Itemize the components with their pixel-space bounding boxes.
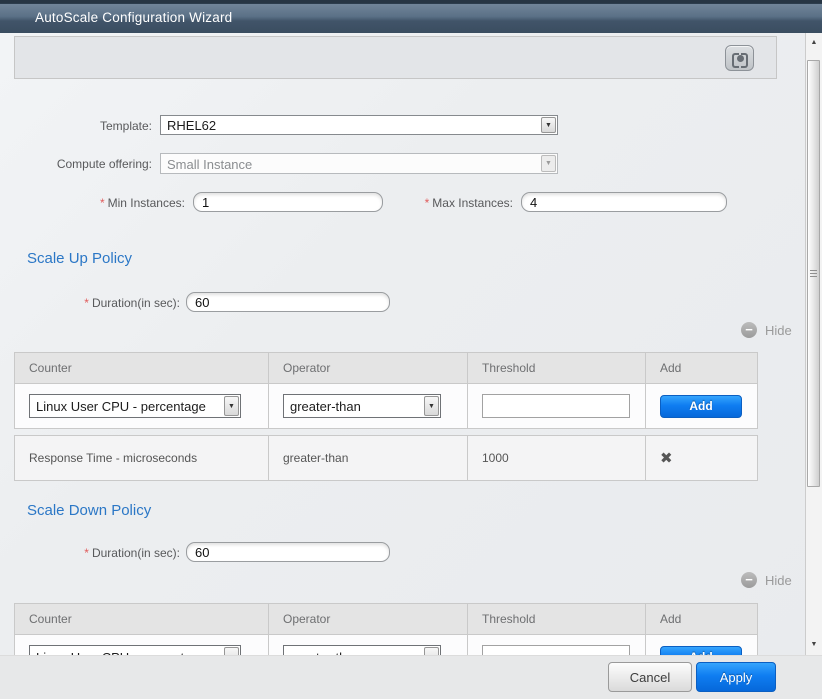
- chevron-down-icon[interactable]: ▼: [541, 117, 556, 133]
- col-header-add: Add: [646, 604, 758, 635]
- chevron-down-icon: ▼: [541, 155, 556, 172]
- scale-up-policy-title: Scale Up Policy: [27, 250, 132, 267]
- required-marker: *: [425, 196, 430, 210]
- max-instances-label: *Max Instances:: [400, 196, 513, 210]
- col-header-threshold: Threshold: [468, 604, 646, 635]
- scaleup-operator-select[interactable]: greater-than ▼: [283, 394, 441, 418]
- dialog-footer: Cancel Apply: [0, 655, 822, 699]
- scaledown-duration-input[interactable]: [186, 542, 390, 562]
- template-label: Template:: [0, 119, 152, 133]
- scrollbar-thumb[interactable]: [807, 60, 820, 487]
- compute-offering-value: Small Instance: [161, 156, 540, 172]
- col-header-counter: Counter: [15, 353, 269, 384]
- scrollbar-grip-icon: [810, 270, 817, 279]
- scaleup-add-button[interactable]: Add: [660, 395, 742, 418]
- table-header-row: Counter Operator Threshold Add: [15, 604, 758, 635]
- scaledown-hide-toggle[interactable]: − Hide: [741, 572, 792, 588]
- required-marker: *: [84, 296, 89, 310]
- minus-circle-icon[interactable]: −: [741, 322, 757, 338]
- toggle-view-button[interactable]: [725, 45, 754, 71]
- col-header-threshold: Threshold: [468, 353, 646, 384]
- minus-circle-icon[interactable]: −: [741, 572, 757, 588]
- scaleup-condition-table: Counter Operator Threshold Add Linux Use…: [14, 352, 758, 429]
- row-operator: greater-than: [269, 436, 468, 481]
- template-select-value: RHEL62: [161, 117, 540, 133]
- toggle-view-icon: [732, 53, 748, 64]
- scaledown-counter-select[interactable]: Linux User CPU - percentage ▼: [29, 645, 241, 655]
- col-header-add: Add: [646, 353, 758, 384]
- scale-down-policy-title: Scale Down Policy: [27, 502, 151, 519]
- vertical-scrollbar[interactable]: ▲ ▼: [805, 33, 822, 655]
- editor-row: Linux User CPU - percentage ▼ greater-th…: [15, 635, 758, 656]
- chevron-down-icon[interactable]: ▼: [224, 647, 239, 655]
- counter-select-value: Linux User CPU - percentage: [30, 398, 223, 414]
- scaledown-operator-select[interactable]: greater-than ▼: [283, 645, 441, 655]
- apply-button[interactable]: Apply: [696, 662, 776, 692]
- table-header-row: Counter Operator Threshold Add: [15, 353, 758, 384]
- autoscale-wizard-window: { "window": { "title": "AutoScale Config…: [0, 0, 822, 699]
- required-marker: *: [100, 196, 105, 210]
- scaleup-threshold-input[interactable]: [482, 394, 630, 418]
- chevron-down-icon[interactable]: ▼: [224, 396, 239, 416]
- cancel-button[interactable]: Cancel: [608, 662, 692, 692]
- zone-panel: [14, 36, 777, 79]
- scaleup-hide-toggle[interactable]: − Hide: [741, 322, 792, 338]
- compute-offering-label: Compute offering:: [0, 157, 152, 171]
- required-marker: *: [84, 546, 89, 560]
- scroll-down-icon[interactable]: ▼: [806, 635, 822, 655]
- window-title: AutoScale Configuration Wizard: [35, 3, 232, 32]
- titlebar: AutoScale Configuration Wizard: [0, 0, 822, 33]
- operator-select-value: greater-than: [284, 398, 423, 414]
- scroll-up-icon[interactable]: ▲: [806, 33, 822, 53]
- scaleup-counter-select[interactable]: Linux User CPU - percentage ▼: [29, 394, 241, 418]
- chevron-down-icon[interactable]: ▼: [424, 647, 439, 655]
- scaledown-add-button[interactable]: Add: [660, 646, 742, 656]
- col-header-counter: Counter: [15, 604, 269, 635]
- scaledown-duration-label: *Duration(in sec):: [0, 546, 180, 560]
- chevron-down-icon[interactable]: ▼: [424, 396, 439, 416]
- row-threshold: 1000: [468, 436, 646, 481]
- scaleup-duration-input[interactable]: [186, 292, 390, 312]
- scaleup-condition-list: Response Time - microseconds greater-tha…: [14, 435, 758, 481]
- scaledown-hide-label[interactable]: Hide: [765, 573, 792, 588]
- min-instances-label: *Min Instances:: [0, 196, 185, 210]
- scaledown-condition-table: Counter Operator Threshold Add Linux Use…: [14, 603, 758, 655]
- scaledown-threshold-input[interactable]: [482, 645, 630, 655]
- editor-row: Linux User CPU - percentage ▼ greater-th…: [15, 384, 758, 429]
- template-select[interactable]: RHEL62 ▼: [160, 115, 558, 135]
- col-header-operator: Operator: [269, 353, 468, 384]
- wizard-content: Template: RHEL62 ▼ Compute offering: Sma…: [0, 33, 822, 655]
- min-instances-input[interactable]: [193, 192, 383, 212]
- scaleup-duration-label: *Duration(in sec):: [0, 296, 180, 310]
- table-row: Response Time - microseconds greater-tha…: [15, 436, 758, 481]
- compute-offering-select: Small Instance ▼: [160, 153, 558, 174]
- scaleup-hide-label[interactable]: Hide: [765, 323, 792, 338]
- row-counter: Response Time - microseconds: [15, 436, 269, 481]
- delete-condition-icon[interactable]: ✖: [660, 449, 673, 467]
- col-header-operator: Operator: [269, 604, 468, 635]
- max-instances-input[interactable]: [521, 192, 727, 212]
